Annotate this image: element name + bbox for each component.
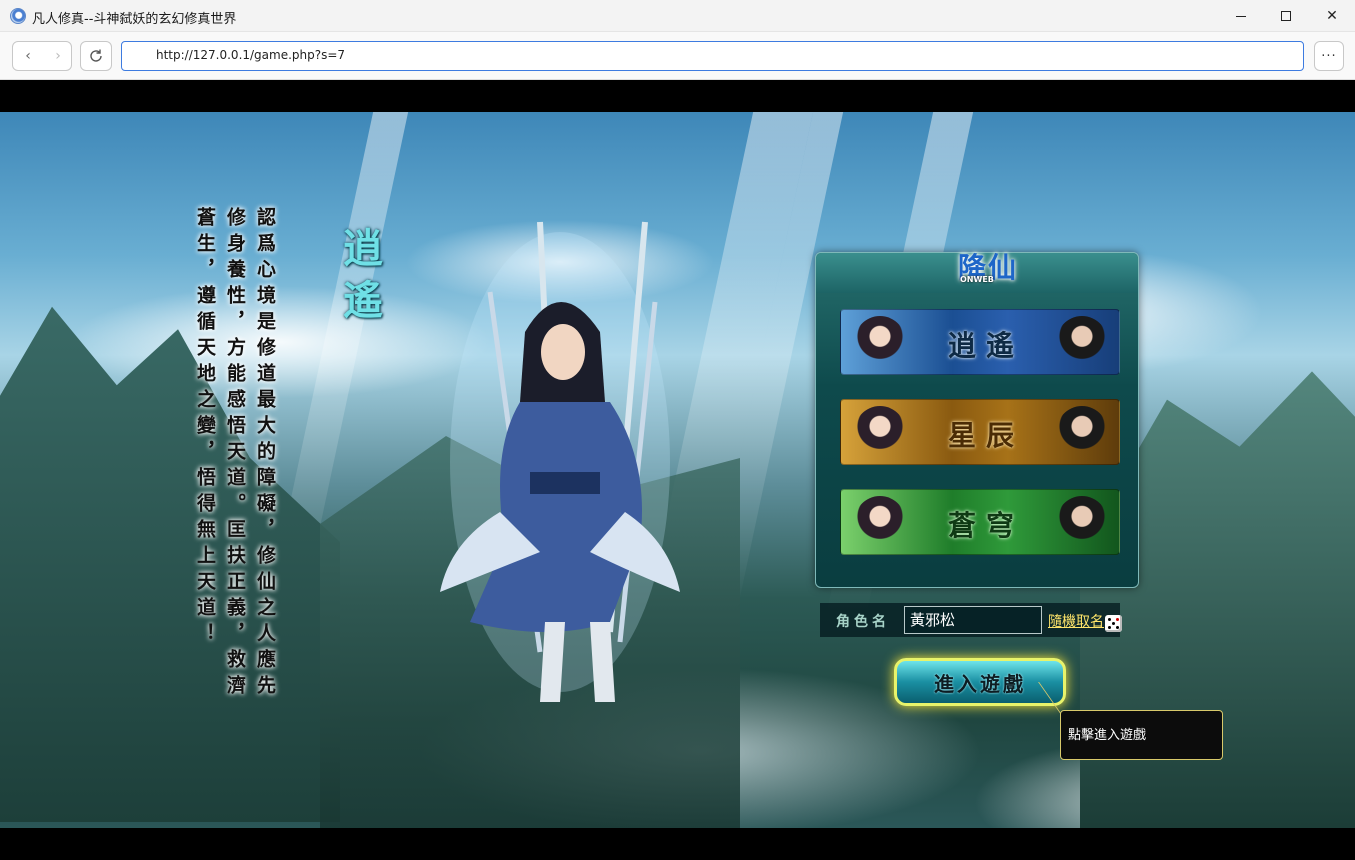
forward-button[interactable]: › bbox=[43, 42, 73, 70]
faction-panel: 降仙 ONWEB 逍遙 星辰 蒼穹 bbox=[815, 251, 1139, 588]
dice-icon[interactable] bbox=[1105, 615, 1122, 632]
close-button[interactable]: ✕ bbox=[1309, 0, 1355, 32]
character-name-input[interactable]: 黃邪松 bbox=[904, 606, 1122, 634]
faction-option-cangqiong[interactable]: 蒼穹 bbox=[840, 489, 1120, 555]
character-name-label: 角色名 bbox=[836, 614, 890, 630]
faction-description: 認爲心境是修道最大的障礙，修仙之人應先修身養性，方能感悟天道。匡扶正義，救濟蒼生… bbox=[194, 207, 276, 701]
hero-character bbox=[440, 221, 680, 702]
faction-title: 逍遙 bbox=[336, 227, 383, 331]
mountain-left bbox=[0, 306, 340, 822]
game-viewport: 認爲心境是修道最大的障礙，修仙之人應先修身養性，方能感悟天道。匡扶正義，救濟蒼生… bbox=[0, 112, 1355, 828]
reload-button[interactable] bbox=[80, 41, 112, 71]
character-name-value: 黃邪松 bbox=[910, 611, 956, 629]
tooltip-text: 點擊進入遊戲 bbox=[1068, 728, 1147, 743]
faction-name: 逍遙 bbox=[947, 329, 1024, 362]
male-avatar bbox=[1055, 496, 1109, 554]
random-name-link[interactable]: 隨機取名 bbox=[1048, 611, 1104, 631]
faction-name: 蒼穹 bbox=[947, 509, 1024, 542]
browser-toolbar: ‹ › http://127.0.0.1/game.php?s=7 ··· bbox=[0, 32, 1355, 80]
back-button[interactable]: ‹ bbox=[13, 42, 43, 70]
logo-subtitle: ONWEB bbox=[960, 275, 994, 284]
character-name-row: 角色名 黃邪松 隨機取名 bbox=[820, 603, 1122, 637]
game-logo: 降仙 ONWEB bbox=[918, 241, 1058, 291]
female-avatar bbox=[853, 496, 907, 554]
enter-game-label: 進入遊戲 bbox=[934, 671, 1026, 696]
female-avatar bbox=[853, 406, 907, 464]
reload-icon bbox=[90, 49, 102, 62]
minimize-icon bbox=[1236, 15, 1246, 17]
minimize-button[interactable] bbox=[1218, 0, 1264, 32]
enter-tooltip: 點擊進入遊戲 bbox=[1060, 710, 1223, 760]
male-avatar bbox=[1055, 316, 1109, 374]
maximize-button[interactable] bbox=[1263, 0, 1309, 32]
faction-name: 星辰 bbox=[947, 419, 1024, 452]
female-avatar bbox=[853, 316, 907, 374]
nav-group: ‹ › bbox=[12, 41, 72, 71]
faction-option-xingchen[interactable]: 星辰 bbox=[840, 399, 1120, 465]
male-avatar bbox=[1055, 406, 1109, 464]
address-bar[interactable]: http://127.0.0.1/game.php?s=7 bbox=[121, 41, 1304, 71]
window-title: 凡人修真--斗神弑妖的玄幻修真世界 bbox=[32, 12, 237, 27]
maximize-icon bbox=[1281, 11, 1291, 21]
url-text: http://127.0.0.1/game.php?s=7 bbox=[156, 48, 346, 62]
faction-option-xiaoyao[interactable]: 逍遙 bbox=[840, 309, 1120, 375]
app-icon bbox=[10, 8, 26, 24]
more-menu-button[interactable]: ··· bbox=[1314, 41, 1344, 71]
title-bar: 凡人修真--斗神弑妖的玄幻修真世界 ✕ bbox=[0, 0, 1355, 32]
